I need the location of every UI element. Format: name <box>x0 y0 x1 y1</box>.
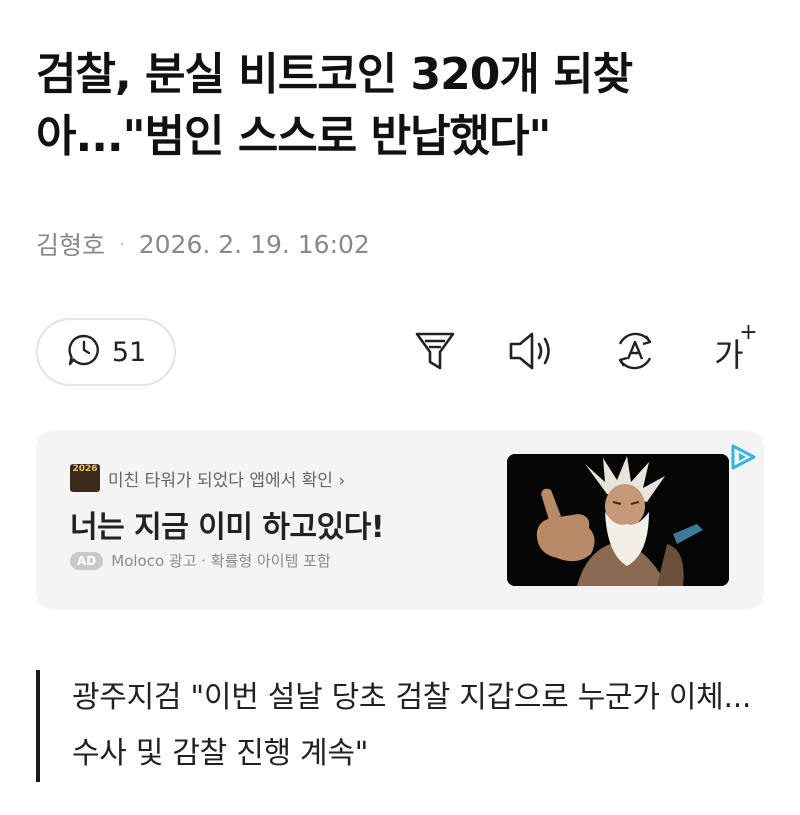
translate-button[interactable] <box>610 328 660 378</box>
ad-meta: AD Moloco 광고 · 확률형 아이템 포함 <box>70 550 331 571</box>
summary-button[interactable] <box>410 328 460 378</box>
article-headline: 검찰, 분실 비트코인 320개 되찾아..."범인 스스로 반납했다" <box>36 49 633 162</box>
speaker-icon <box>507 329 559 377</box>
byline-separator: · <box>119 233 125 255</box>
ad-title[interactable]: 너는 지금 이미 하고있다! <box>70 502 385 546</box>
comment-count: 51 <box>111 336 147 368</box>
ad-top-line[interactable]: 2026 미친 타워가 되었다 앱에서 확인 › <box>70 464 345 492</box>
ad-app-logo: 2026 <box>70 464 100 492</box>
font-size-icon: 가 + <box>714 320 758 374</box>
ad-app-link[interactable]: 미친 타워가 되었다 앱에서 확인 › <box>108 466 345 491</box>
byline: 김형호 · 2026. 2. 19. 16:02 <box>36 226 370 262</box>
old-sage-illustration <box>507 454 729 586</box>
ad-advertiser: Moloco 광고 · 확률형 아이템 포함 <box>111 552 331 570</box>
article-subheadline: 광주지검 "이번 설날 당초 검찰 지갑으로 누군가 이체... 수사 및 감찰… <box>36 670 776 782</box>
ad-banner[interactable]: 2026 미친 타워가 되었다 앱에서 확인 › 너는 지금 이미 하고있다! … <box>36 430 764 610</box>
ad-image[interactable] <box>507 454 729 586</box>
font-size-button[interactable]: 가 + <box>704 320 758 378</box>
listen-button[interactable] <box>508 328 558 378</box>
ad-badge: AD <box>70 551 104 570</box>
article-toolbar: 51 가 + <box>36 318 766 390</box>
comments-button[interactable]: 51 <box>36 318 176 386</box>
publish-datetime: 2026. 2. 19. 16:02 <box>138 229 370 259</box>
translate-icon <box>612 328 658 378</box>
author-name[interactable]: 김형호 <box>36 226 105 262</box>
summary-filter-icon <box>413 328 457 378</box>
adchoices-icon[interactable] <box>728 442 758 472</box>
comment-icon <box>66 332 102 372</box>
